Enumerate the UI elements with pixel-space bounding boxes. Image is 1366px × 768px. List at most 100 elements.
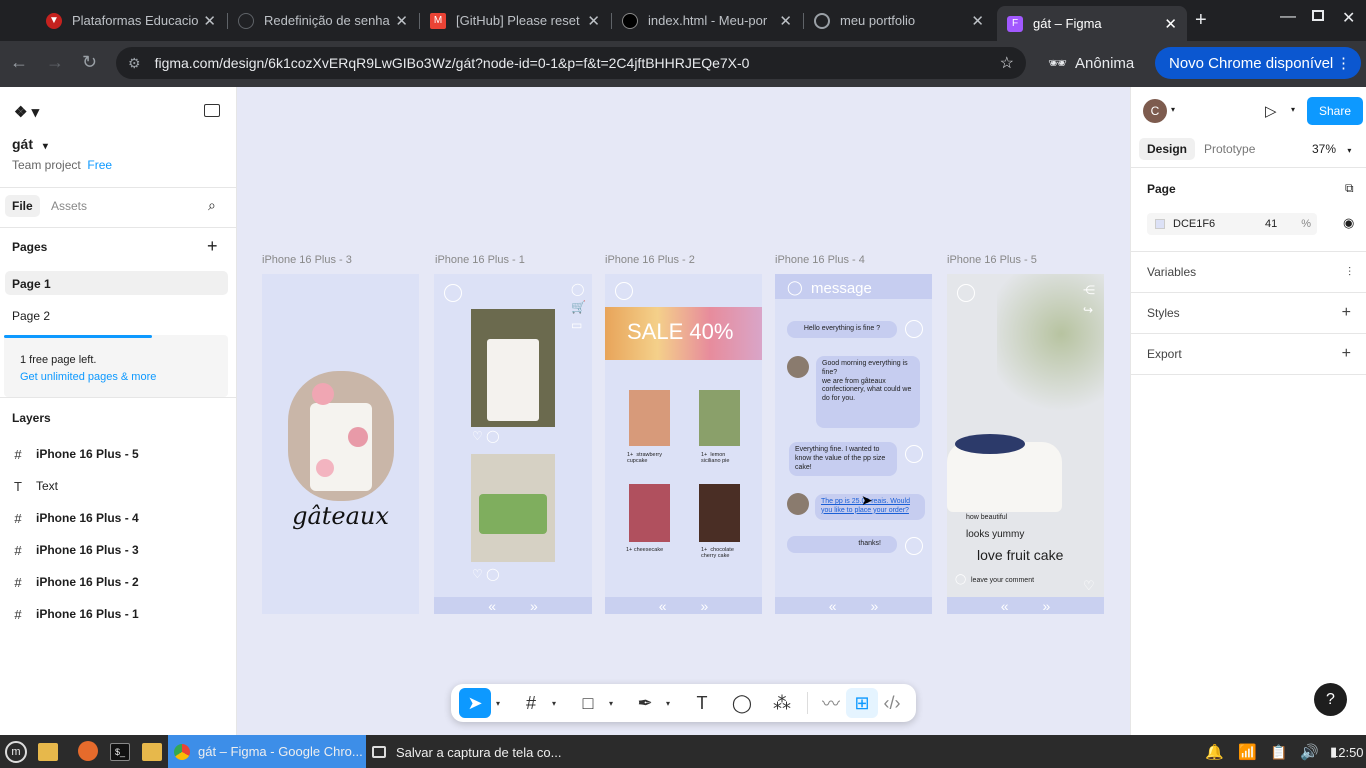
- chevron-down-icon[interactable]: ▾: [604, 688, 618, 718]
- add-icon[interactable]: +: [1342, 345, 1351, 363]
- close-icon[interactable]: ✕: [1164, 15, 1177, 33]
- browser-tab-active[interactable]: F gát – Figma ✕: [997, 6, 1187, 41]
- taskbar-window-chrome[interactable]: gát – Figma - Google Chro...: [168, 735, 366, 768]
- firefox-icon[interactable]: [78, 741, 98, 761]
- close-icon[interactable]: ✕: [395, 12, 408, 30]
- help-icon[interactable]: ?: [1314, 683, 1347, 716]
- new-tab-icon[interactable]: +: [1195, 9, 1207, 32]
- notification-bell-icon[interactable]: 🔔: [1205, 741, 1224, 763]
- upgrade-link[interactable]: Get unlimited pages & more: [20, 371, 228, 383]
- frame-feed[interactable]: ◯ 🛒 ▭ ♡ ◯ ♡ ◯ «»: [434, 274, 592, 614]
- tab-file[interactable]: File: [5, 195, 40, 217]
- close-icon[interactable]: ✕: [779, 12, 792, 30]
- team-project[interactable]: Team project Free: [12, 158, 112, 172]
- figma-menu-icon[interactable]: ❖ ▾: [14, 103, 39, 121]
- chevron-down-icon[interactable]: ▾: [1171, 105, 1175, 114]
- browser-tab[interactable]: Redefinição de senha ✕: [228, 6, 418, 35]
- file-name[interactable]: gát ▾: [12, 136, 48, 152]
- present-icon[interactable]: ▷: [1265, 102, 1277, 120]
- add-page-icon[interactable]: +: [207, 236, 218, 257]
- forward-icon[interactable]: →: [46, 52, 64, 73]
- frame-chat[interactable]: ◯ message Hello everything is fine ? Goo…: [775, 274, 932, 614]
- incognito-indicator[interactable]: 🕶 Anônima: [1048, 54, 1134, 73]
- maximize-icon[interactable]: [1312, 10, 1324, 21]
- clipboard-icon[interactable]: 📋: [1270, 741, 1287, 763]
- pen-tool-icon[interactable]: ✒: [629, 688, 661, 718]
- layer-item[interactable]: # iPhone 16 Plus - 3: [0, 534, 236, 566]
- sliders-icon[interactable]: ⫶: [1348, 265, 1351, 280]
- toggle-sidebar-icon[interactable]: [204, 104, 220, 117]
- minimize-icon[interactable]: —: [1280, 8, 1296, 26]
- frame-label[interactable]: iPhone 16 Plus - 5: [947, 254, 1037, 266]
- volume-icon[interactable]: 🔊: [1300, 741, 1319, 763]
- chrome-update-button[interactable]: Novo Chrome disponível ⋮: [1155, 47, 1361, 79]
- browser-tab[interactable]: index.html - Meu-por ✕: [612, 6, 802, 35]
- address-bar[interactable]: ⚙ figma.com/design/6k1cozXvERqR9LwGIBo3W…: [116, 47, 1026, 79]
- close-window-icon[interactable]: ✕: [1342, 8, 1355, 28]
- globe-icon: [814, 12, 830, 29]
- variables-section[interactable]: Variables ⫶: [1131, 252, 1366, 293]
- layer-item[interactable]: # iPhone 16 Plus - 4: [0, 502, 236, 534]
- browser-tab[interactable]: M [GitHub] Please reset ✕: [420, 6, 610, 35]
- dev-mode-icon[interactable]: ‹/›: [876, 688, 908, 718]
- left-panel: ❖ ▾ gát ▾ Team project Free File Assets …: [0, 87, 237, 735]
- color-swatch[interactable]: [1155, 219, 1165, 229]
- clock[interactable]: 12:50: [1331, 741, 1364, 763]
- tab-assets[interactable]: Assets: [51, 199, 87, 213]
- frame-label[interactable]: iPhone 16 Plus - 2: [605, 254, 695, 266]
- kebab-menu-icon[interactable]: ⋮: [1336, 54, 1351, 72]
- close-icon[interactable]: ✕: [971, 12, 984, 30]
- layer-item[interactable]: T Text: [0, 470, 236, 502]
- share-button[interactable]: Share: [1307, 97, 1363, 125]
- page-variables-icon[interactable]: ⧉: [1345, 181, 1354, 196]
- layer-item[interactable]: # iPhone 16 Plus - 1: [0, 598, 236, 630]
- page-item[interactable]: Page 2: [12, 309, 50, 323]
- close-icon[interactable]: ✕: [203, 12, 216, 30]
- text-tool-icon[interactable]: T: [686, 688, 718, 718]
- layer-item[interactable]: # iPhone 16 Plus - 2: [0, 566, 236, 598]
- chevron-down-icon[interactable]: ▾: [491, 688, 505, 718]
- add-icon[interactable]: +: [1342, 304, 1351, 322]
- bookmark-star-icon[interactable]: ☆: [1000, 53, 1014, 73]
- browser-tab[interactable]: ▼ Plataformas Educacio ✕: [36, 6, 226, 35]
- draw-mode-icon[interactable]: 〰: [815, 688, 847, 718]
- export-section[interactable]: Export +: [1131, 334, 1366, 375]
- tab-prototype[interactable]: Prototype: [1204, 142, 1255, 156]
- styles-section[interactable]: Styles +: [1131, 293, 1366, 334]
- chevron-down-icon[interactable]: ▾: [1291, 105, 1295, 114]
- close-icon[interactable]: ✕: [587, 12, 600, 30]
- actions-tool-icon[interactable]: ⁂: [766, 688, 798, 718]
- terminal-icon[interactable]: $_: [110, 743, 130, 761]
- eye-icon[interactable]: ◉: [1343, 215, 1354, 231]
- frame-label[interactable]: iPhone 16 Plus - 3: [262, 254, 352, 266]
- site-info-icon[interactable]: ⚙: [128, 55, 141, 72]
- chevron-down-icon[interactable]: ▾: [547, 688, 561, 718]
- rectangle-tool-icon[interactable]: □: [572, 688, 604, 718]
- comment-tool-icon[interactable]: ◯: [726, 688, 758, 718]
- frame-post[interactable]: ⋲ ↪ how beautiful looks yummy love fruit …: [947, 274, 1104, 614]
- frame-shop[interactable]: SALE 40% 1+ strawberry cupcake 1+ lemon …: [605, 274, 762, 614]
- chevron-down-icon[interactable]: ▾: [661, 688, 675, 718]
- tab-design[interactable]: Design: [1139, 138, 1196, 160]
- frame-splash[interactable]: gâteaux: [262, 274, 419, 614]
- page-item[interactable]: Page 1: [12, 277, 51, 291]
- zoom-level[interactable]: 37% ▾: [1312, 142, 1351, 156]
- back-icon[interactable]: ←: [10, 52, 28, 73]
- layer-item[interactable]: # iPhone 16 Plus - 5: [0, 438, 236, 470]
- page-fill-field[interactable]: DCE1F6 41 %: [1147, 213, 1317, 235]
- frame-label[interactable]: iPhone 16 Plus - 1: [435, 254, 525, 266]
- design-mode-icon[interactable]: ⊞: [846, 688, 878, 718]
- menu-icon[interactable]: m: [5, 741, 27, 763]
- taskbar-window-screenshot[interactable]: Salvar a captura de tela co...: [372, 741, 561, 763]
- move-tool-icon[interactable]: ➤: [459, 688, 491, 718]
- product-image: [699, 484, 740, 542]
- avatar[interactable]: C: [1143, 99, 1167, 123]
- folder-icon[interactable]: [38, 743, 58, 761]
- frame-tool-icon[interactable]: #: [515, 688, 547, 718]
- files-icon[interactable]: [142, 743, 162, 761]
- wifi-icon[interactable]: 📶: [1238, 741, 1257, 763]
- search-icon[interactable]: ⌕: [208, 197, 216, 214]
- reload-icon[interactable]: ↻: [82, 52, 97, 73]
- browser-tab[interactable]: meu portfolio ✕: [804, 6, 994, 35]
- frame-label[interactable]: iPhone 16 Plus - 4: [775, 254, 865, 266]
